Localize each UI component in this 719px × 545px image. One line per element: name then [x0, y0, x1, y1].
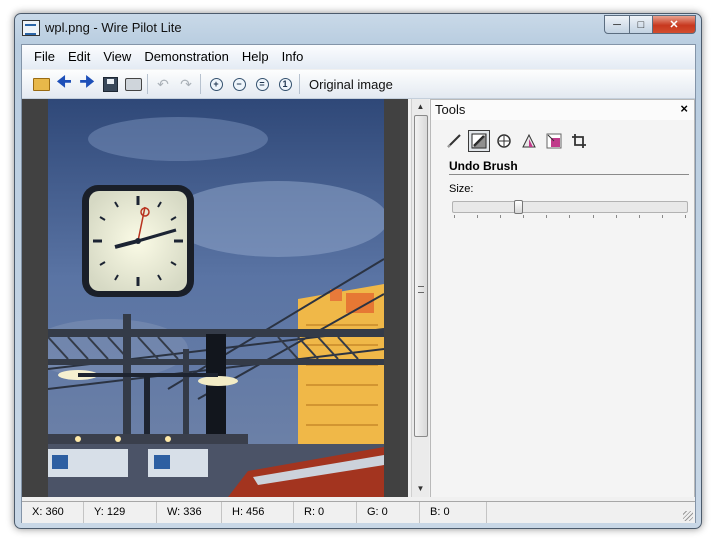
resize-tool[interactable] [543, 130, 565, 152]
toolbar: 🠈 🠊 ↶ ↷ + − = 1 Original image [22, 70, 695, 99]
original-image-button[interactable]: Original image [303, 77, 399, 92]
status-empty [487, 502, 695, 523]
close-icon: ✕ [669, 19, 679, 31]
close-button[interactable]: ✕ [653, 15, 696, 34]
open-folder-icon [32, 77, 50, 91]
app-icon [22, 20, 40, 36]
photo-image [48, 99, 384, 497]
image-vertical-scrollbar[interactable]: ▲ ▼ [411, 99, 429, 497]
status-x: X: 360 [22, 502, 84, 523]
grip-icon [418, 286, 424, 293]
tools-panel-header: Tools × [430, 99, 695, 121]
crop-tool[interactable] [568, 130, 590, 152]
back-arrow-icon: 🠈 [56, 73, 72, 91]
status-w: W: 336 [157, 502, 222, 523]
scroll-up-icon: ▲ [416, 102, 425, 111]
zoom-fit-icon: = [255, 77, 269, 91]
forward-button[interactable]: 🠊 [76, 73, 98, 95]
tools-panel-body: Undo Brush Size: [430, 120, 695, 497]
toolbar-separator [147, 74, 148, 94]
zoom-actual-icon: 1 [278, 77, 292, 91]
crop-icon [572, 134, 586, 148]
save-icon [102, 76, 118, 92]
save-button[interactable] [99, 73, 121, 95]
gradient-tool[interactable] [518, 130, 540, 152]
scroll-up-button[interactable]: ▲ [412, 99, 429, 115]
status-y: Y: 129 [84, 502, 157, 523]
app-window: wpl.png - Wire Pilot Lite ─ □ ✕ File Edi… [14, 13, 702, 529]
zoom-out-button[interactable]: − [228, 73, 250, 95]
menu-bar: File Edit View Demonstration Help Info [22, 45, 695, 69]
redo-icon: ↷ [180, 75, 192, 92]
window-title: wpl.png - Wire Pilot Lite [45, 20, 182, 35]
scroll-thumb[interactable] [414, 115, 428, 437]
client-area: File Edit View Demonstration Help Info 🠈… [21, 44, 696, 523]
menu-edit[interactable]: Edit [63, 45, 95, 69]
resize-icon [546, 133, 562, 149]
photo-canvas[interactable] [48, 99, 384, 497]
pencil-icon [447, 134, 461, 148]
resize-grip[interactable] [683, 511, 693, 521]
size-slider-ticks [454, 215, 686, 219]
undo-button[interactable]: ↶ [152, 73, 174, 95]
menu-info[interactable]: Info [277, 45, 309, 69]
scroll-down-button[interactable]: ▼ [412, 481, 429, 497]
toolbar-separator [200, 74, 201, 94]
zoom-fit-button[interactable]: = [251, 73, 273, 95]
tools-panel-close-button[interactable]: × [680, 101, 688, 116]
undo-brush-icon [471, 133, 487, 149]
zoom-in-icon: + [209, 77, 223, 91]
status-r: R: 0 [294, 502, 357, 523]
minimize-button[interactable]: ─ [604, 15, 630, 34]
undo-brush-tool[interactable] [468, 130, 490, 152]
zoom-out-icon: − [232, 77, 246, 91]
back-button[interactable]: 🠈 [53, 73, 75, 95]
toolbar-separator [299, 74, 300, 94]
minimize-icon: ─ [613, 18, 621, 31]
clock [82, 185, 194, 297]
image-viewer[interactable] [22, 99, 408, 497]
zoom-in-button[interactable]: + [205, 73, 227, 95]
undo-icon: ↶ [157, 75, 169, 92]
open-button[interactable] [30, 73, 52, 95]
tool-palette [443, 130, 593, 152]
pencil-tool[interactable] [443, 130, 465, 152]
size-label: Size: [449, 183, 474, 195]
menu-demonstration[interactable]: Demonstration [139, 45, 234, 69]
color-picker-tool[interactable] [493, 130, 515, 152]
maximize-icon: □ [637, 18, 645, 31]
maximize-button[interactable]: □ [630, 15, 653, 34]
tools-panel: Tools × Undo Brush Size: [430, 99, 695, 497]
status-h: H: 456 [222, 502, 294, 523]
forward-arrow-icon: 🠊 [79, 73, 95, 91]
redo-button[interactable]: ↷ [175, 73, 197, 95]
gradient-icon [522, 133, 536, 148]
status-b: B: 0 [420, 502, 487, 523]
color-picker-icon [497, 134, 511, 148]
menu-view[interactable]: View [98, 45, 136, 69]
tools-panel-title: Tools [435, 102, 466, 117]
zoom-actual-button[interactable]: 1 [274, 73, 296, 95]
status-g: G: 0 [357, 502, 420, 523]
menu-help[interactable]: Help [237, 45, 274, 69]
size-slider[interactable] [452, 200, 688, 214]
title-bar[interactable]: wpl.png - Wire Pilot Lite ─ □ ✕ [15, 14, 701, 44]
scroll-down-icon: ▼ [416, 484, 425, 493]
print-button[interactable] [122, 73, 144, 95]
undo-brush-section-title: Undo Brush [449, 159, 689, 175]
size-slider-thumb[interactable] [514, 200, 523, 214]
menu-file[interactable]: File [29, 45, 60, 69]
print-icon [124, 77, 142, 91]
building [298, 284, 384, 469]
status-bar: X: 360 Y: 129 W: 336 H: 456 R: 0 G: 0 B:… [22, 501, 695, 523]
